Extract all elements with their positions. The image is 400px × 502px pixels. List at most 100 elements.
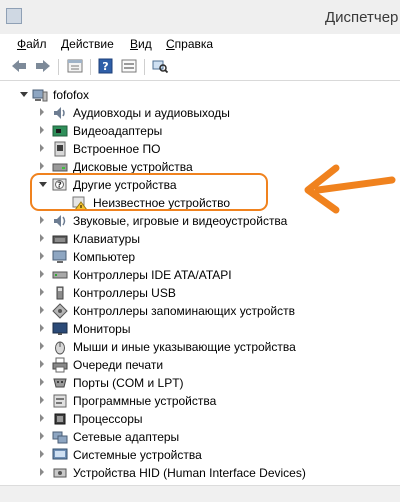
audio-io-icon (52, 105, 68, 121)
tree-item-usb-controllers[interactable]: Контроллеры USB (0, 284, 400, 302)
expand-chevron-icon[interactable] (40, 270, 44, 278)
firmware-icon (52, 141, 68, 157)
toolbar-separator (90, 59, 91, 75)
tree-item-network-adapters[interactable]: Сетевые адаптеры (0, 428, 400, 446)
tree-item-label: Звуковые, игровые и видеоустройства (73, 214, 288, 228)
software-device-icon (52, 393, 68, 409)
tree-item-label: Мыши и иные указывающие устройства (73, 340, 296, 354)
menu-help[interactable]: Справка (166, 37, 213, 51)
storage-controller-icon (52, 303, 68, 319)
tree-item-label: Очереди печати (73, 358, 164, 372)
expand-chevron-icon[interactable] (40, 450, 44, 458)
expand-chevron-icon[interactable] (40, 378, 44, 386)
expand-chevron-icon[interactable] (40, 108, 44, 116)
tree-item-firmware[interactable]: Встроенное ПО (0, 140, 400, 158)
tree-item-label: Компьютер (73, 250, 136, 264)
system-device-icon (52, 447, 68, 463)
keyboard-icon (52, 231, 68, 247)
expand-chevron-icon[interactable] (20, 92, 28, 97)
toolbar-separator (144, 59, 145, 75)
computer-icon (32, 87, 48, 103)
tree-item-label: Мониторы (73, 322, 131, 336)
tree-item-software-devices[interactable]: Программные устройства (0, 392, 400, 410)
scan-hardware-icon[interactable] (151, 58, 169, 74)
expand-chevron-icon[interactable] (40, 288, 44, 296)
toolbar: ? (0, 54, 400, 81)
tree-item-label: Видеоадаптеры (73, 124, 163, 138)
tree-item-label: Дисковые устройства (73, 160, 193, 174)
tree-item-print-queues[interactable]: Очереди печати (0, 356, 400, 374)
ide-controller-icon (52, 267, 68, 283)
tree-item-computer[interactable]: Компьютер (0, 248, 400, 266)
svg-text:?: ? (102, 60, 108, 73)
tree-item-label: Устройства HID (Human Interface Devices) (73, 466, 306, 480)
tree-item-label: Процессоры (73, 412, 143, 426)
expand-chevron-icon[interactable] (40, 252, 44, 260)
menu-bar: Файл Действие Вид Справка (0, 34, 400, 54)
network-adapter-icon (52, 429, 68, 445)
tree-item-ide-controllers[interactable]: Контроллеры IDE ATA/ATAPI (0, 266, 400, 284)
tree-item-label: Программные устройства (73, 394, 217, 408)
expand-chevron-icon[interactable] (40, 162, 44, 170)
tree-root[interactable]: fofofox (0, 86, 400, 104)
tree-item-label: Системные устройства (73, 448, 202, 462)
expand-chevron-icon[interactable] (40, 144, 44, 152)
display-adapter-icon (52, 123, 68, 139)
expand-chevron-icon[interactable] (40, 126, 44, 134)
port-icon (52, 375, 68, 391)
tree-item-monitors[interactable]: Мониторы (0, 320, 400, 338)
monitor-icon (52, 321, 68, 337)
expand-chevron-icon[interactable] (40, 306, 44, 314)
tree-item-label: Контроллеры USB (73, 286, 176, 300)
toolbar-separator (58, 59, 59, 75)
expand-chevron-icon[interactable] (40, 216, 44, 224)
processor-icon (52, 411, 68, 427)
expand-chevron-icon[interactable] (40, 234, 44, 242)
view-icon[interactable] (120, 58, 138, 74)
tree-item-processors[interactable]: Процессоры (0, 410, 400, 428)
menu-view[interactable]: Вид (130, 37, 152, 51)
expand-chevron-icon[interactable] (40, 468, 44, 476)
expand-chevron-icon[interactable] (40, 324, 44, 332)
sound-device-icon (52, 213, 68, 229)
computer-icon (52, 249, 68, 265)
window-title: Диспетчер (325, 9, 399, 26)
title-bar: Диспетчер (0, 0, 400, 34)
tree-item-label: Порты (COM и LPT) (73, 376, 184, 390)
back-arrow-icon[interactable] (10, 58, 28, 74)
expand-chevron-icon[interactable] (40, 342, 44, 350)
help-icon[interactable]: ? (97, 58, 115, 74)
menu-file[interactable]: Файл (17, 37, 47, 51)
tree-item-label: Встроенное ПО (73, 142, 161, 156)
tree-item-hid[interactable]: Устройства HID (Human Interface Devices) (0, 464, 400, 482)
menu-action[interactable]: Действие (61, 37, 114, 51)
expand-chevron-icon[interactable] (40, 414, 44, 422)
tree-item-label: Аудиовходы и аудиовыходы (73, 106, 230, 120)
expand-chevron-icon[interactable] (40, 360, 44, 368)
device-manager-app-icon (6, 8, 22, 24)
tree-item-audio-io[interactable]: Аудиовходы и аудиовыходы (0, 104, 400, 122)
properties-icon[interactable] (66, 58, 84, 74)
tree-root-label: fofofox (53, 88, 90, 102)
tree-item-system-devices[interactable]: Системные устройства (0, 446, 400, 464)
hid-icon (52, 465, 68, 481)
forward-arrow-icon[interactable] (34, 58, 52, 74)
mouse-icon (52, 339, 68, 355)
expand-chevron-icon[interactable] (40, 432, 44, 440)
highlight-box (30, 173, 268, 211)
expand-chevron-icon[interactable] (40, 396, 44, 404)
printer-icon (52, 357, 68, 373)
tree-item-label: Контроллеры запоминающих устройств (73, 304, 295, 318)
horizontal-scrollbar[interactable] (0, 485, 400, 502)
tree-item-keyboards[interactable]: Клавиатуры (0, 230, 400, 248)
tree-item-label: Контроллеры IDE ATA/ATAPI (73, 268, 232, 282)
device-tree: fofofox Аудиовходы и аудиовыходы Видеоад… (0, 81, 400, 502)
usb-icon (52, 285, 68, 301)
tree-item-mice[interactable]: Мыши и иные указывающие устройства (0, 338, 400, 356)
tree-item-video-adapters[interactable]: Видеоадаптеры (0, 122, 400, 140)
orange-arrow-icon (300, 160, 396, 219)
tree-item-label: Сетевые адаптеры (73, 430, 180, 444)
tree-item-label: Клавиатуры (73, 232, 140, 246)
tree-item-ports[interactable]: Порты (COM и LPT) (0, 374, 400, 392)
tree-item-storage-controllers[interactable]: Контроллеры запоминающих устройств (0, 302, 400, 320)
